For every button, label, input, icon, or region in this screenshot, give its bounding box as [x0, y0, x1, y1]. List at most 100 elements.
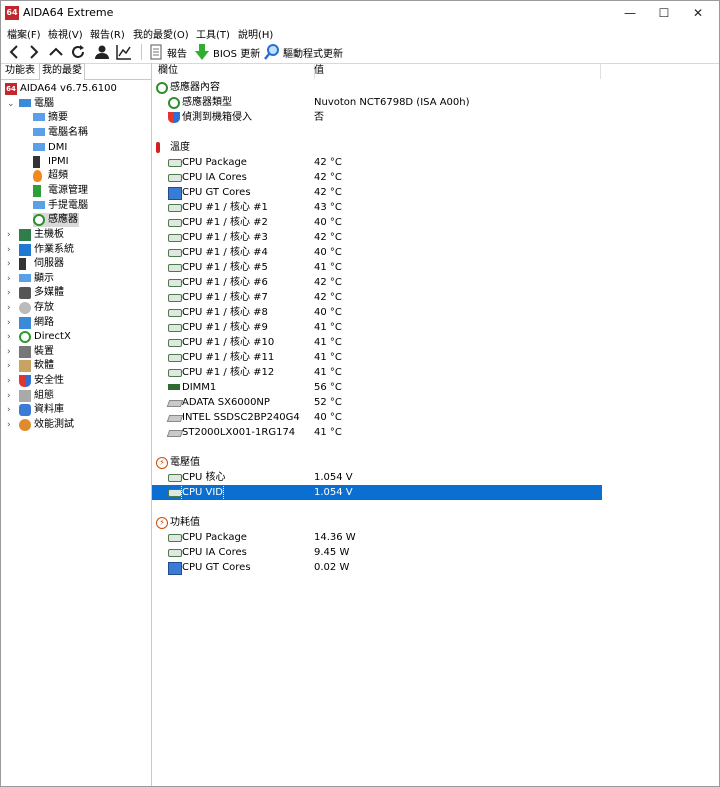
column-header-field[interactable]: 欄位	[152, 63, 315, 79]
cpu-chip-icon	[168, 159, 182, 167]
software-box-icon	[19, 360, 31, 372]
cpu-chip-icon	[168, 219, 182, 227]
chevron-down-icon[interactable]: ⌄	[7, 97, 15, 111]
table-row[interactable]: CPU #1 / 核心 #6 42 °C	[152, 275, 602, 290]
table-row[interactable]: CPU GT Cores 42 °C	[152, 185, 602, 200]
tab-menu[interactable]: 功能表	[3, 64, 37, 78]
table-row[interactable]: CPU #1 / 核心 #9 41 °C	[152, 320, 602, 335]
monitor-icon	[33, 143, 45, 151]
chevron-right-icon[interactable]: ›	[7, 345, 15, 359]
table-row[interactable]: CPU 核心 1.054 V	[152, 470, 602, 485]
menu-file[interactable]: 檔案(F)	[7, 26, 41, 41]
driver-update-button[interactable]: 驅動程式更新	[283, 45, 343, 60]
table-row[interactable]: INTEL SSDSC2BP240G4 40 °C	[152, 410, 602, 425]
disk-icon	[19, 302, 31, 314]
sensor-gauge-icon	[33, 214, 45, 226]
section-temperature[interactable]: 溫度	[152, 140, 602, 155]
tree-item-sensor[interactable]: 感應器	[33, 213, 79, 227]
table-row[interactable]: CPU #1 / 核心 #7 42 °C	[152, 290, 602, 305]
menu-help[interactable]: 說明(H)	[238, 26, 273, 41]
table-row[interactable]: CPU IA Cores 42 °C	[152, 170, 602, 185]
close-button[interactable]: ✕	[681, 1, 715, 25]
table-row[interactable]: CPU #1 / 核心 #3 42 °C	[152, 230, 602, 245]
aida64-app-icon: 64	[5, 6, 19, 20]
bios-update-button[interactable]: BIOS 更新	[213, 45, 260, 60]
chevron-right-icon[interactable]: ›	[7, 243, 15, 257]
xbox-icon	[19, 331, 31, 343]
cpu-chip-icon	[168, 549, 182, 557]
navigation-panel: 功能表 我的最愛 64 AIDA64 v6.75.6100 ⌄ 電腦 摘要 電腦…	[1, 63, 152, 786]
gpu-icon	[168, 562, 182, 575]
chevron-right-icon[interactable]: ›	[7, 403, 15, 417]
chevron-right-icon[interactable]: ›	[7, 418, 15, 432]
drive-icon	[166, 430, 184, 437]
chevron-right-icon[interactable]: ›	[7, 389, 15, 403]
app-window: 64 AIDA64 Extreme — ☐ ✕ 檔案(F) 檢視(V) 報告(R…	[0, 0, 720, 787]
table-row[interactable]: CPU #1 / 核心 #5 41 °C	[152, 260, 602, 275]
chevron-right-icon[interactable]: ›	[7, 374, 15, 388]
section-power[interactable]: ⚡ 功耗值	[152, 515, 602, 530]
up-arrow-icon[interactable]	[47, 43, 65, 61]
chevron-right-icon[interactable]: ›	[7, 257, 15, 271]
user-icon[interactable]	[93, 43, 111, 61]
table-row[interactable]: CPU #1 / 核心 #2 40 °C	[152, 215, 602, 230]
back-arrow-icon[interactable]	[5, 43, 23, 61]
table-row[interactable]: 感應器類型 Nuvoton NCT6798D (ISA A00h)	[152, 95, 602, 110]
menu-report[interactable]: 報告(R)	[90, 26, 125, 41]
minimize-button[interactable]: —	[613, 1, 647, 25]
driver-update-search-icon[interactable]	[263, 43, 281, 61]
sensor-list-panel: 欄位 值 感應器內容 感應器類型 Nuvoton NCT6798D (ISA A…	[152, 63, 719, 786]
table-row[interactable]: CPU #1 / 核心 #8 40 °C	[152, 305, 602, 320]
table-row[interactable]: DIMM1 56 °C	[152, 380, 602, 395]
report-document-icon[interactable]	[147, 43, 165, 61]
toolbar-separator	[141, 44, 142, 60]
chart-icon[interactable]	[115, 43, 133, 61]
table-row[interactable]: ST2000LX001-1RG174 41 °C	[152, 425, 602, 440]
forward-arrow-icon[interactable]	[25, 43, 43, 61]
menu-tools[interactable]: 工具(T)	[196, 26, 230, 41]
cpu-chip-icon	[168, 204, 182, 212]
windows-icon	[19, 244, 31, 256]
menu-view[interactable]: 檢視(V)	[48, 26, 83, 41]
monitor-icon	[33, 113, 45, 121]
chevron-right-icon[interactable]: ›	[7, 272, 15, 286]
table-row[interactable]: CPU Package 14.36 W	[152, 530, 602, 545]
chevron-right-icon[interactable]: ›	[7, 301, 15, 315]
table-row[interactable]: CPU #1 / 核心 #1 43 °C	[152, 200, 602, 215]
table-row[interactable]: CPU #1 / 核心 #10 41 °C	[152, 335, 602, 350]
maximize-button[interactable]: ☐	[647, 1, 681, 25]
refresh-icon[interactable]	[69, 43, 87, 61]
bios-update-arrow-icon[interactable]	[193, 43, 211, 61]
chevron-right-icon[interactable]: ›	[7, 286, 15, 300]
chevron-right-icon[interactable]: ›	[7, 359, 15, 373]
chevron-right-icon[interactable]: ›	[7, 330, 15, 344]
column-header-value[interactable]: 值	[314, 63, 601, 79]
chevron-right-icon[interactable]: ›	[7, 316, 15, 330]
section-sensor-properties[interactable]: 感應器內容	[152, 80, 602, 95]
benchmark-icon	[19, 419, 31, 431]
panel-tabs: 功能表 我的最愛	[1, 63, 151, 80]
menu-favorites[interactable]: 我的最愛(O)	[133, 26, 189, 41]
table-row[interactable]: ADATA SX6000NP 52 °C	[152, 395, 602, 410]
table-row[interactable]: CPU GT Cores 0.02 W	[152, 560, 602, 575]
cpu-chip-icon	[168, 369, 182, 377]
table-row[interactable]: CPU #1 / 核心 #11 41 °C	[152, 350, 602, 365]
section-voltage[interactable]: ⚡ 電壓值	[152, 455, 602, 470]
display-icon	[19, 274, 31, 282]
report-button[interactable]: 報告	[167, 45, 187, 60]
table-row[interactable]: CPU IA Cores 9.45 W	[152, 545, 602, 560]
cpu-chip-icon	[168, 309, 182, 317]
table-row[interactable]: CPU Package 42 °C	[152, 155, 602, 170]
devices-icon	[19, 346, 31, 358]
tab-favorites[interactable]: 我的最愛	[39, 63, 85, 80]
chevron-right-icon[interactable]: ›	[7, 228, 15, 242]
drive-icon	[166, 400, 184, 407]
cpu-chip-icon	[168, 264, 182, 272]
table-row-selected[interactable]: CPU VID 1.054 V	[152, 484, 602, 501]
cpu-chip-icon	[168, 324, 182, 332]
table-row[interactable]: CPU #1 / 核心 #12 41 °C	[152, 365, 602, 380]
table-row[interactable]: CPU #1 / 核心 #4 40 °C	[152, 245, 602, 260]
menu-bar: 檔案(F) 檢視(V) 報告(R) 我的最愛(O) 工具(T) 說明(H)	[1, 25, 719, 41]
cpu-chip-icon	[168, 354, 182, 362]
table-row[interactable]: 偵測到機箱侵入 否	[152, 110, 602, 125]
